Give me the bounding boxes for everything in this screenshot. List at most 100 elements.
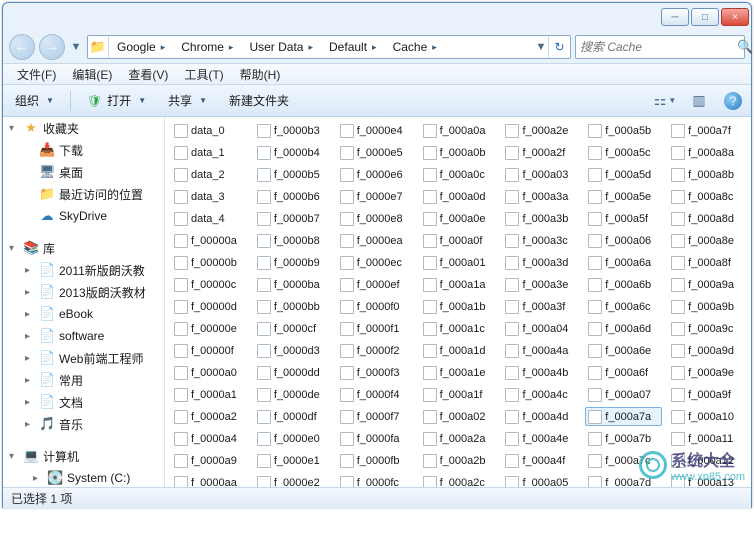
menu-编辑[interactable]: 编辑(E) bbox=[64, 64, 120, 84]
file-item[interactable]: f_000a3b bbox=[502, 209, 579, 228]
file-item[interactable]: f_000a5d bbox=[585, 165, 662, 184]
file-item[interactable]: f_0000e6 bbox=[337, 165, 414, 184]
file-item[interactable]: f_000a11 bbox=[668, 429, 745, 448]
file-item[interactable]: f_0000de bbox=[254, 385, 331, 404]
file-item[interactable]: f_0000b6 bbox=[254, 187, 331, 206]
file-item[interactable]: f_000a06 bbox=[585, 231, 662, 250]
file-item[interactable]: f_000a0c bbox=[420, 165, 497, 184]
file-item[interactable]: f_0000e0 bbox=[254, 429, 331, 448]
tree-item-eBook[interactable]: ▸📄eBook bbox=[3, 303, 164, 325]
file-item[interactable]: f_0000a1 bbox=[171, 385, 248, 404]
file-item[interactable]: data_2 bbox=[171, 165, 248, 184]
file-item[interactable]: f_000a0d bbox=[420, 187, 497, 206]
file-item[interactable]: f_000a2a bbox=[420, 429, 497, 448]
file-item[interactable]: f_000a8d bbox=[668, 209, 745, 228]
menu-文件[interactable]: 文件(F) bbox=[9, 64, 64, 84]
tree-libraries[interactable]: ▾📚库 bbox=[3, 237, 164, 259]
minimize-button[interactable]: ─ bbox=[661, 8, 689, 26]
file-item[interactable]: f_000a4e bbox=[502, 429, 579, 448]
file-item[interactable]: f_000a01 bbox=[420, 253, 497, 272]
file-item[interactable]: f_000a8a bbox=[668, 143, 745, 162]
breadcrumb-default[interactable]: Default▸ bbox=[321, 36, 385, 58]
address-bar[interactable]: 📁 Google▸Chrome▸User Data▸Default▸Cache▸… bbox=[87, 35, 571, 59]
file-item[interactable]: f_0000f7 bbox=[337, 407, 414, 426]
file-item[interactable]: f_0000aa bbox=[171, 473, 248, 487]
file-item[interactable]: f_0000df bbox=[254, 407, 331, 426]
file-item[interactable]: f_000a1d bbox=[420, 341, 497, 360]
file-item[interactable]: f_000a2e bbox=[502, 121, 579, 140]
file-item[interactable]: f_000a10 bbox=[668, 407, 745, 426]
file-item[interactable]: f_000a8e bbox=[668, 231, 745, 250]
file-item[interactable]: f_000a0a bbox=[420, 121, 497, 140]
file-item[interactable]: f_0000e7 bbox=[337, 187, 414, 206]
file-item[interactable]: f_0000cf bbox=[254, 319, 331, 338]
file-item[interactable]: f_000a3e bbox=[502, 275, 579, 294]
file-item[interactable]: f_000a0b bbox=[420, 143, 497, 162]
file-item[interactable]: f_0000f0 bbox=[337, 297, 414, 316]
file-item[interactable]: f_0000f3 bbox=[337, 363, 414, 382]
close-button[interactable]: × bbox=[721, 8, 749, 26]
file-item[interactable]: f_000a9e bbox=[668, 363, 745, 382]
file-item[interactable]: f_0000ec bbox=[337, 253, 414, 272]
file-item[interactable]: f_00000d bbox=[171, 297, 248, 316]
file-item[interactable]: f_000a3c bbox=[502, 231, 579, 250]
view-mode-button[interactable]: ⚏▼ bbox=[653, 89, 677, 113]
file-item[interactable]: f_000a3a bbox=[502, 187, 579, 206]
tree-systemc[interactable]: ▸💽System (C:) bbox=[3, 467, 164, 487]
tree-item-下载[interactable]: 📥下载 bbox=[3, 139, 164, 161]
file-item[interactable]: data_3 bbox=[171, 187, 248, 206]
file-item[interactable]: f_000a4f bbox=[502, 451, 579, 470]
tree-favorites[interactable]: ▾★收藏夹 bbox=[3, 117, 164, 139]
file-item[interactable]: f_000a2f bbox=[502, 143, 579, 162]
preview-pane-button[interactable]: ▥ bbox=[687, 89, 711, 113]
file-item[interactable]: f_000a7d bbox=[585, 473, 662, 487]
file-item[interactable]: f_000a3d bbox=[502, 253, 579, 272]
file-item[interactable]: f_0000ef bbox=[337, 275, 414, 294]
search-box[interactable]: 🔍 bbox=[575, 35, 745, 59]
file-item[interactable]: f_000a7b bbox=[585, 429, 662, 448]
file-item[interactable]: f_000a5f bbox=[585, 209, 662, 228]
tree-item-最近访问的位置[interactable]: 📁最近访问的位置 bbox=[3, 183, 164, 205]
file-item[interactable]: f_0000bb bbox=[254, 297, 331, 316]
file-item[interactable]: f_000a5b bbox=[585, 121, 662, 140]
file-pane[interactable]: data_0data_1data_2data_3data_4f_00000af_… bbox=[165, 117, 751, 487]
file-item[interactable]: f_000a7c bbox=[585, 451, 662, 470]
file-item[interactable]: f_000a2c bbox=[420, 473, 497, 487]
file-item[interactable]: f_0000fc bbox=[337, 473, 414, 487]
file-item[interactable]: f_000a9f bbox=[668, 385, 745, 404]
file-item[interactable]: f_000a4d bbox=[502, 407, 579, 426]
file-item[interactable]: f_000a6b bbox=[585, 275, 662, 294]
menu-工具[interactable]: 工具(T) bbox=[176, 64, 231, 84]
file-item[interactable]: f_000a0f bbox=[420, 231, 497, 250]
file-item[interactable]: f_000a6d bbox=[585, 319, 662, 338]
file-item[interactable]: f_000a1b bbox=[420, 297, 497, 316]
breadcrumb-google[interactable]: Google▸ bbox=[109, 36, 173, 58]
file-item[interactable]: f_000a8c bbox=[668, 187, 745, 206]
file-item[interactable]: f_000a9d bbox=[668, 341, 745, 360]
file-item[interactable]: f_000a9b bbox=[668, 297, 745, 316]
file-item[interactable]: f_0000a2 bbox=[171, 407, 248, 426]
tree-item-常用[interactable]: ▸📄常用 bbox=[3, 369, 164, 391]
tree-item-SkyDrive[interactable]: ☁SkyDrive bbox=[3, 205, 164, 227]
file-item[interactable]: data_4 bbox=[171, 209, 248, 228]
file-item[interactable]: f_0000e8 bbox=[337, 209, 414, 228]
file-item[interactable]: f_00000c bbox=[171, 275, 248, 294]
file-item[interactable]: f_0000ba bbox=[254, 275, 331, 294]
file-item[interactable]: data_0 bbox=[171, 121, 248, 140]
file-item[interactable]: data_1 bbox=[171, 143, 248, 162]
menu-查看[interactable]: 查看(V) bbox=[120, 64, 176, 84]
file-item[interactable]: f_0000b3 bbox=[254, 121, 331, 140]
file-item[interactable]: f_000a1f bbox=[420, 385, 497, 404]
file-item[interactable]: f_000a13 bbox=[668, 473, 745, 487]
file-item[interactable]: f_000a7f bbox=[668, 121, 745, 140]
file-item[interactable]: f_000a03 bbox=[502, 165, 579, 184]
tree-item-文档[interactable]: ▸📄文档 bbox=[3, 391, 164, 413]
file-item[interactable]: f_000a02 bbox=[420, 407, 497, 426]
refresh-button[interactable]: ↻ bbox=[548, 36, 570, 58]
file-item[interactable]: f_000a1e bbox=[420, 363, 497, 382]
file-item[interactable]: f_000a6a bbox=[585, 253, 662, 272]
file-item[interactable]: f_000a4a bbox=[502, 341, 579, 360]
file-item[interactable]: f_000a1a bbox=[420, 275, 497, 294]
help-button[interactable]: ? bbox=[724, 92, 742, 110]
tree-item-software[interactable]: ▸📄software bbox=[3, 325, 164, 347]
